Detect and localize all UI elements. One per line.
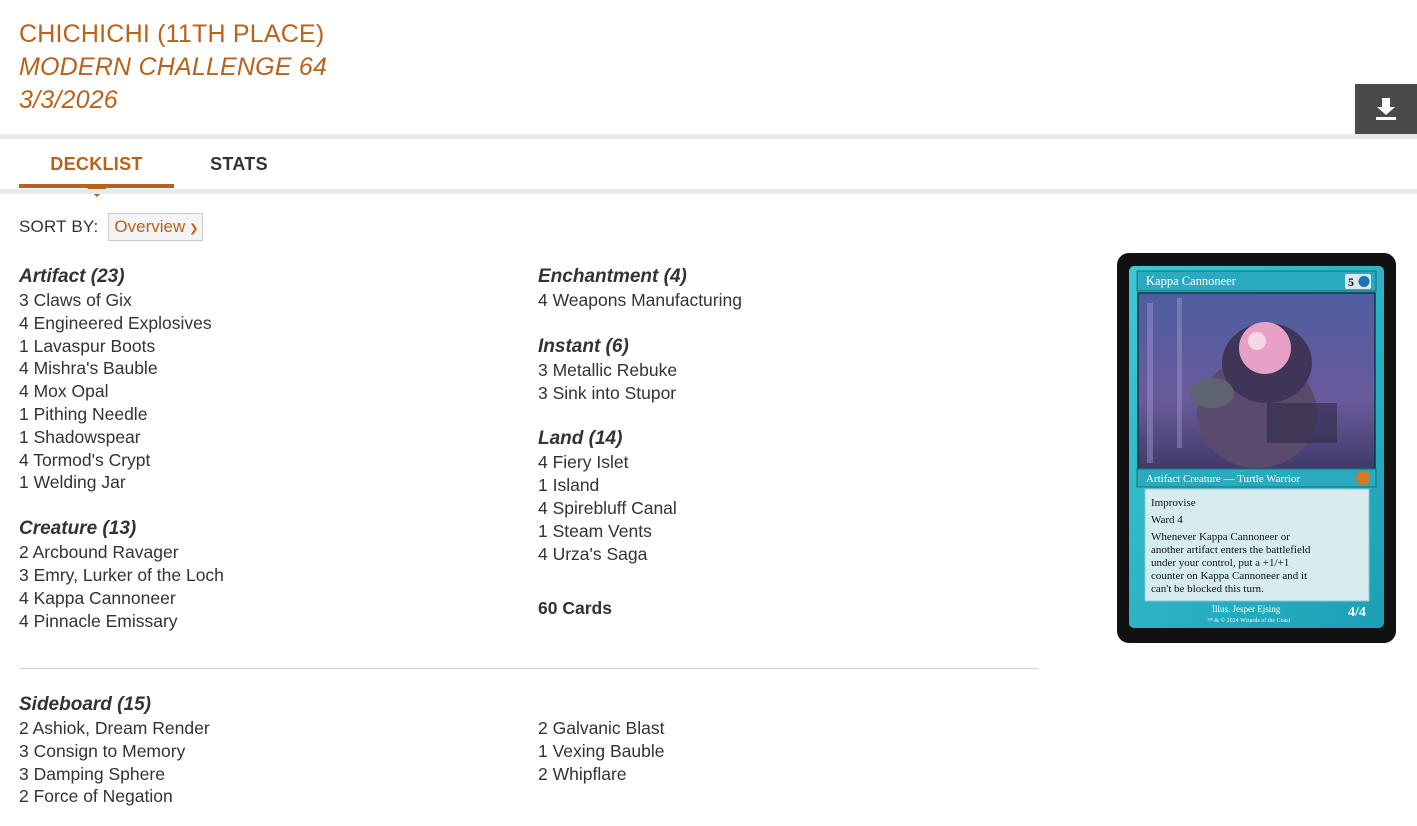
card-line[interactable]: 2 Force of Negation: [19, 785, 499, 808]
player-title: CHICHICHI (11TH PLACE): [19, 20, 325, 48]
card-line[interactable]: 4 Mishra's Bauble: [19, 357, 499, 380]
card-rules-2: Whenever Kappa Cannoneer or: [1151, 531, 1290, 543]
card-rules-1: Ward 4: [1151, 514, 1183, 526]
group-title: Instant (6): [538, 335, 629, 357]
download-icon: [1376, 98, 1396, 120]
sideboard-right-column: 2 Galvanic Blast 1 Vexing Bauble 2 Whipf…: [538, 717, 1018, 785]
card-line[interactable]: 4 Kappa Cannoneer: [19, 587, 499, 610]
tab-stats[interactable]: STATS: [189, 139, 289, 189]
sideboard-title: Sideboard (15): [19, 694, 151, 715]
group-title: Land (14): [538, 428, 623, 450]
tab-decklist[interactable]: DECKLIST: [19, 139, 174, 189]
card-line[interactable]: 1 Pithing Needle: [19, 403, 499, 426]
card-group-land: Land (14) 4 Fiery Islet 1 Island 4 Spire…: [538, 427, 1018, 565]
card-group-enchantment: Enchantment (4) 4 Weapons Manufacturing: [538, 265, 1018, 312]
group-title: Artifact (23): [19, 266, 125, 287]
card-line[interactable]: 4 Mox Opal: [19, 380, 499, 403]
card-line[interactable]: 2 Ashiok, Dream Render: [19, 717, 499, 740]
group-title: Enchantment (4): [538, 266, 687, 287]
card-total: 60 Cards: [538, 598, 612, 618]
event-date: 3/3/2026: [19, 86, 118, 114]
sort-select[interactable]: Overview ❯: [108, 213, 204, 241]
card-line[interactable]: 2 Whipflare: [538, 763, 1018, 786]
card-line[interactable]: 1 Welding Jar: [19, 471, 499, 494]
card-rules-0: Improvise: [1151, 497, 1196, 509]
card-line[interactable]: 3 Emry, Lurker of the Loch: [19, 564, 499, 587]
card-line[interactable]: 3 Consign to Memory: [19, 740, 499, 763]
chevron-down-icon: ❯: [189, 222, 199, 235]
card-group-artifact: Artifact (23) 3 Claws of Gix 4 Engineere…: [19, 265, 499, 494]
card-group-creature: Creature (13) 2 Arcbound Ravager 3 Emry,…: [19, 517, 499, 632]
sort-selected-value: Overview: [114, 217, 186, 236]
card-line[interactable]: 2 Arcbound Ravager: [19, 541, 499, 564]
card-line[interactable]: 4 Urza's Saga: [538, 543, 1018, 566]
group-title: Creature (13): [19, 518, 137, 540]
card-line[interactable]: 4 Fiery Islet: [538, 451, 1018, 474]
sideboard-left-column: Sideboard (15) 2 Ashiok, Dream Render 3 …: [19, 693, 499, 808]
card-line[interactable]: 4 Engineered Explosives: [19, 312, 499, 335]
decklist-left-column: Artifact (23) 3 Claws of Gix 4 Engineere…: [19, 265, 499, 655]
card-line[interactable]: 1 Lavaspur Boots: [19, 335, 499, 358]
card-line[interactable]: 4 Pinnacle Emissary: [19, 610, 499, 633]
card-pt-text: 4/4: [1348, 605, 1366, 620]
card-line[interactable]: 1 Island: [538, 474, 1018, 497]
card-copyright-text: ™ & © 2024 Wizards of the Coast: [1207, 617, 1291, 624]
card-line[interactable]: 3 Sink into Stupor: [538, 382, 1018, 405]
card-name-text: Kappa Cannoneer: [1146, 274, 1237, 288]
card-preview-image: Kappa Cannoneer 5 Artifact Creature — Tu…: [1117, 253, 1396, 643]
sort-label: SORT BY:: [19, 217, 99, 236]
card-line[interactable]: 1 Steam Vents: [538, 520, 1018, 543]
decklist-right-column: Enchantment (4) 4 Weapons Manufacturing …: [538, 265, 1018, 588]
download-button[interactable]: [1355, 84, 1417, 134]
card-line[interactable]: 4 Weapons Manufacturing: [538, 289, 1018, 312]
card-line[interactable]: 1 Shadowspear: [19, 426, 499, 449]
card-rules-6: can't be blocked this turn.: [1151, 583, 1264, 595]
card-group-instant: Instant (6) 3 Metallic Rebuke 3 Sink int…: [538, 335, 1018, 405]
card-rules-3: another artifact enters the battlefield: [1151, 544, 1311, 556]
event-title[interactable]: MODERN CHALLENGE 64: [19, 51, 327, 84]
card-line[interactable]: 2 Galvanic Blast: [538, 717, 1018, 740]
deck-header: CHICHICHI (11TH PLACE) MODERN CHALLENGE …: [19, 18, 327, 117]
sort-row: SORT BY: Overview ❯: [19, 213, 204, 241]
card-line[interactable]: 3 Damping Sphere: [19, 763, 499, 786]
card-cost-text: 5: [1348, 275, 1354, 289]
sideboard-divider: [19, 668, 1038, 669]
tabs-divider: [0, 189, 1417, 194]
card-rules-4: under your control, put a +1/+1: [1151, 557, 1289, 569]
card-illustrator-text: Illus. Jesper Ejsing: [1212, 604, 1281, 614]
card-line[interactable]: 3 Claws of Gix: [19, 289, 499, 312]
card-line[interactable]: 1 Vexing Bauble: [538, 740, 1018, 763]
card-line[interactable]: 4 Tormod's Crypt: [19, 449, 499, 472]
card-line[interactable]: 4 Spirebluff Canal: [538, 497, 1018, 520]
card-line[interactable]: 3 Metallic Rebuke: [538, 359, 1018, 382]
card-rules-5: counter on Kappa Cannoneer and it: [1151, 570, 1307, 582]
card-type-text: Artifact Creature — Turtle Warrior: [1146, 473, 1300, 485]
